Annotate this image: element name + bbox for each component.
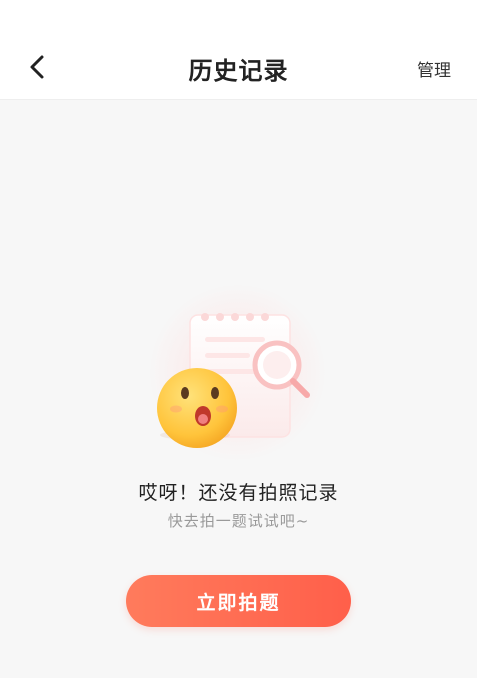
notepad-magnifier-emoji-graphic (157, 313, 310, 448)
top-navigation-bar: 历史记录 管理 (0, 0, 477, 100)
surprised-emoji-icon (157, 368, 237, 448)
take-photo-button[interactable]: 立即拍题 (126, 575, 351, 627)
empty-state-illustration (150, 285, 330, 460)
page-title: 历史记录 (188, 57, 289, 85)
empty-state-subtitle: 快去拍一题试试吧~ (167, 512, 310, 530)
manage-button[interactable]: 管理 (417, 56, 451, 81)
empty-state-title: 哎呀！还没有拍照记录 (138, 482, 339, 504)
